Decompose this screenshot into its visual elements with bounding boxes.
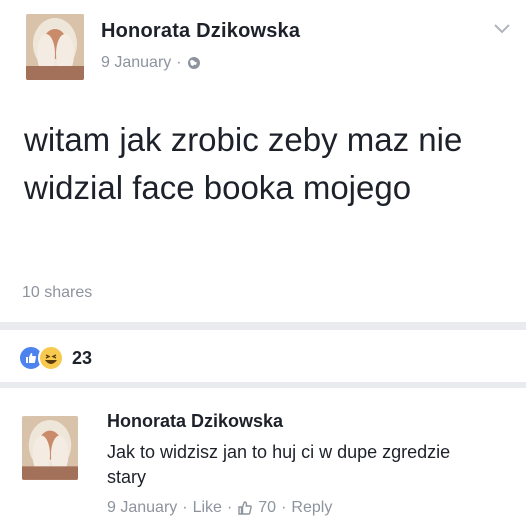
like-link[interactable]: Like (193, 499, 222, 517)
comment-like-count[interactable]: 70 (258, 499, 276, 517)
thumbs-up-icon (238, 501, 253, 515)
comment-date[interactable]: 9 January (107, 499, 177, 517)
globe-icon (187, 57, 200, 69)
post-date[interactable]: 9 January (101, 54, 171, 72)
meta-separator: · (281, 499, 287, 516)
post-body: witam jak zrobic zeby maz nie widzial fa… (24, 121, 463, 206)
post-author[interactable]: Honorata Dzikowska (101, 20, 300, 43)
reactions-count: 23 (72, 347, 93, 368)
shares-count[interactable]: 10 shares (22, 284, 92, 302)
comment-avatar[interactable] (22, 416, 78, 480)
divider (0, 322, 526, 330)
avatar-image (26, 14, 84, 80)
post-card: Honorata Dzikowska 9 January · witam jak… (0, 0, 526, 326)
post-meta: 9 January · (101, 54, 201, 72)
reply-link[interactable]: Reply (291, 499, 332, 517)
meta-separator: · (182, 499, 188, 516)
comment-text: Jak to widzisz jan to huj ci w dupe zgre… (107, 442, 451, 487)
meta-separator: · (176, 54, 182, 71)
haha-icon (38, 345, 64, 371)
meta-separator: · (226, 499, 233, 516)
avatar-image (22, 416, 78, 480)
chevron-down-icon[interactable] (492, 22, 512, 36)
avatar[interactable] (26, 14, 84, 80)
reactions-bar[interactable]: 23 (18, 345, 92, 371)
comment-meta: 9 January · Like · 70 · Reply (107, 499, 332, 517)
divider (0, 382, 526, 388)
comment-author[interactable]: Honorata Dzikowska (107, 411, 283, 432)
